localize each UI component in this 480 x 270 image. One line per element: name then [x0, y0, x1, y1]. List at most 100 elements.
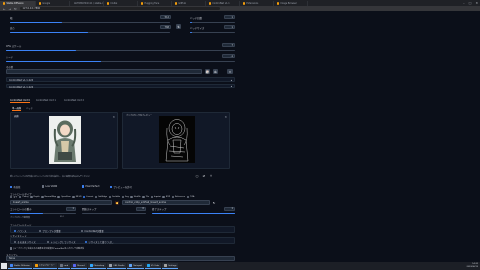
camera-icon[interactable]: ▢ [195, 174, 199, 178]
control-type-option[interactable]: OpenPose [57, 195, 71, 199]
control-type-option[interactable]: NormalMap [41, 195, 56, 199]
control-type-option[interactable]: IP2P [162, 195, 170, 199]
control-mode-balanced[interactable]: バランス [14, 229, 27, 233]
resize-mode-crop[interactable]: トリミングしてリサイズ [47, 240, 76, 244]
run-preprocessor-button[interactable]: 💥 [115, 200, 119, 205]
control-type-option[interactable]: Scribble [108, 195, 120, 199]
enable-label: 有効化 [13, 186, 21, 189]
back-icon[interactable]: ← [3, 7, 6, 11]
control-type-option[interactable]: T2IA [186, 195, 194, 199]
swap-view-icon[interactable]: ⇄ [202, 174, 206, 178]
batch-size-slider[interactable] [190, 32, 235, 34]
taskbar-item[interactable]: Settings [162, 263, 179, 269]
input-image-panel[interactable]: 画像 ✕ [10, 112, 118, 169]
allow-preview-checkbox[interactable]: プレビューを許可 [110, 185, 132, 189]
width-input[interactable]: 512 [160, 15, 171, 19]
preprocessor-select[interactable]: lineart_anime [10, 200, 112, 205]
upload-icon[interactable]: ↑ [209, 174, 213, 178]
control-type-option[interactable]: Shuffle [130, 195, 141, 199]
taskbar-item[interactable]: Photoshop [87, 263, 107, 269]
loopback-check-icon [10, 247, 13, 250]
resolution-value: 512 [60, 216, 64, 218]
control-type-option[interactable]: Reference [171, 195, 185, 199]
favicon-icon [243, 2, 246, 5]
seed-field[interactable] [6, 69, 202, 74]
control-type-option[interactable]: Depth [30, 195, 40, 199]
taskbar-item[interactable]: Notepad [127, 263, 144, 269]
seed-input[interactable]: -1 [222, 54, 235, 58]
height-slider[interactable] [10, 32, 170, 34]
taskbar-item[interactable]: VS Code [144, 263, 162, 269]
control-type-option[interactable]: SoftEdge [94, 195, 107, 199]
tab-unit-1[interactable]: ControlNet Unit 1 [36, 99, 56, 102]
control-type-option[interactable]: Inpaint [150, 195, 161, 199]
weight-slider[interactable] [10, 213, 76, 215]
controlnet-header[interactable]: ControlNet v1.1.224 ◂ [6, 77, 235, 82]
control-mode-prompt[interactable]: プロンプトが重要 [39, 229, 61, 233]
lowvram-checkbox[interactable]: Low VRAM [42, 185, 57, 188]
tab-single-image[interactable]: 単一画像 [12, 106, 22, 111]
control-type-option[interactable]: MLSD [72, 195, 81, 199]
end-input[interactable]: 1 [224, 206, 235, 211]
swap-dimensions-button[interactable]: ⇅ [176, 24, 181, 29]
cfg-slider[interactable] [6, 50, 235, 52]
model-value: control_v11p_sd15s2_lineart_anime [125, 201, 167, 204]
tab-unit-2[interactable]: ControlNet Unit 2 [64, 99, 84, 102]
extra-toggle[interactable]: ▾ [227, 69, 233, 74]
control-type-label-text: Lineart [86, 196, 94, 198]
width-slider[interactable] [10, 22, 170, 24]
random-seed-button[interactable]: 🎲 [205, 69, 210, 74]
forward-icon[interactable]: → [9, 7, 12, 11]
batch-count-slider[interactable] [190, 22, 235, 24]
start-slider[interactable] [82, 213, 146, 215]
start-input[interactable]: 0 [136, 206, 146, 211]
model-select[interactable]: control_v11p_sd15s2_lineart_anime [122, 200, 210, 205]
script-select[interactable]: None [6, 256, 235, 261]
loopback-checkbox[interactable]: [ループバック] 生成された画像を次の反復のControlNetの入力として自動… [10, 247, 84, 250]
refresh-models-icon[interactable]: ↻ [212, 200, 216, 205]
radio-icon [150, 195, 153, 199]
close-window-button[interactable]: ✕ [475, 1, 478, 5]
control-mode-controlnet[interactable]: ControlNetが重要 [81, 229, 104, 233]
height-input[interactable]: 768 [160, 25, 171, 29]
end-slider[interactable] [152, 213, 235, 215]
preview-close-icon[interactable]: ✕ [224, 115, 227, 119]
resize-mode-fill[interactable]: リサイズして塗りつぶし [85, 240, 114, 244]
enable-check-icon [10, 185, 13, 189]
run-icon: 💥 [115, 200, 119, 205]
windows-start-icon[interactable] [1, 263, 7, 269]
tab-unit-0[interactable]: ControlNet Unit 0 [10, 99, 30, 103]
control-type-option[interactable]: Canny [18, 195, 29, 199]
batch-count-input[interactable]: 1 [224, 15, 235, 19]
control-type-option[interactable]: Lineart [82, 195, 94, 199]
lowvram-check-icon [42, 185, 45, 188]
seed-slider[interactable] [6, 61, 235, 63]
control-type-option[interactable]: Seg [121, 195, 129, 199]
taskbar: Stable Diffusion エクスプローラー cmd Discord Photos… [0, 262, 480, 270]
taskbar-item[interactable]: Stable Diffusion [8, 263, 32, 269]
radio-icon [162, 195, 165, 199]
resize-mode-just-resize[interactable]: そのままリサイズ [14, 240, 36, 244]
taskbar-item[interactable]: Discord [71, 263, 87, 269]
minimize-button[interactable]: – [463, 1, 465, 5]
maximize-button[interactable]: □ [469, 1, 472, 5]
tab-batch[interactable]: バッチ [26, 106, 33, 110]
taskbar-item[interactable]: エクスプローラー [32, 263, 57, 269]
taskbar-item[interactable]: cmd [57, 263, 71, 269]
batch-size-input[interactable]: 1 [224, 25, 235, 29]
taskbar-item-label: Settings [168, 264, 177, 267]
resize-mode-just-resize-label: そのままリサイズ [17, 241, 36, 244]
weight-input[interactable]: 1 [66, 206, 76, 211]
cfg-input[interactable]: 7 [222, 43, 235, 47]
taskbar-item-label: エクスプローラー [38, 265, 55, 267]
url-field[interactable]: 127.0.0.1:7860 [19, 6, 220, 11]
control-type-option[interactable]: 全て [10, 195, 17, 199]
control-type-option[interactable]: Tile [142, 195, 149, 199]
app-icon [89, 264, 93, 267]
pixel-perfect-checkbox[interactable]: Pixel Perfect [82, 185, 99, 188]
reload-icon[interactable]: ↻ [14, 7, 17, 11]
enable-checkbox[interactable]: 有効化 [10, 185, 20, 189]
reuse-seed-button[interactable]: ♻ [213, 69, 218, 74]
image-close-icon[interactable]: ✕ [112, 115, 115, 119]
taskbar-item[interactable]: OBS Studio [107, 263, 127, 269]
